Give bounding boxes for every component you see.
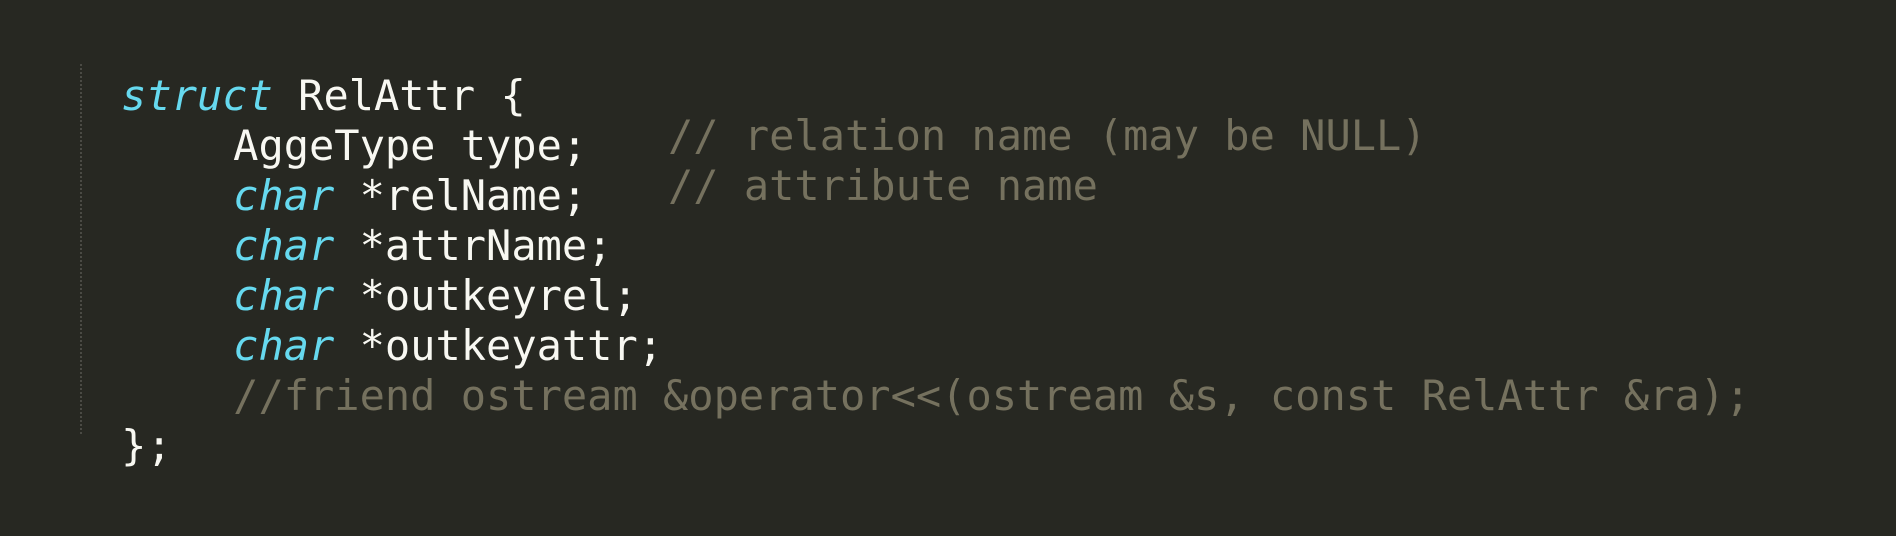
- code-editor[interactable]: struct RelAttr { AggeType type; char *re…: [0, 0, 1896, 520]
- attrname-comment: // attribute name: [668, 161, 1098, 210]
- struct-close: };: [121, 421, 172, 470]
- code-line-8: };: [20, 356, 172, 470]
- friend-operator-comment: //friend ostream &operator<<(ostream &s,…: [233, 371, 1751, 420]
- code-line-7: //friend ostream &operator<<(ostream &s,…: [20, 306, 1750, 420]
